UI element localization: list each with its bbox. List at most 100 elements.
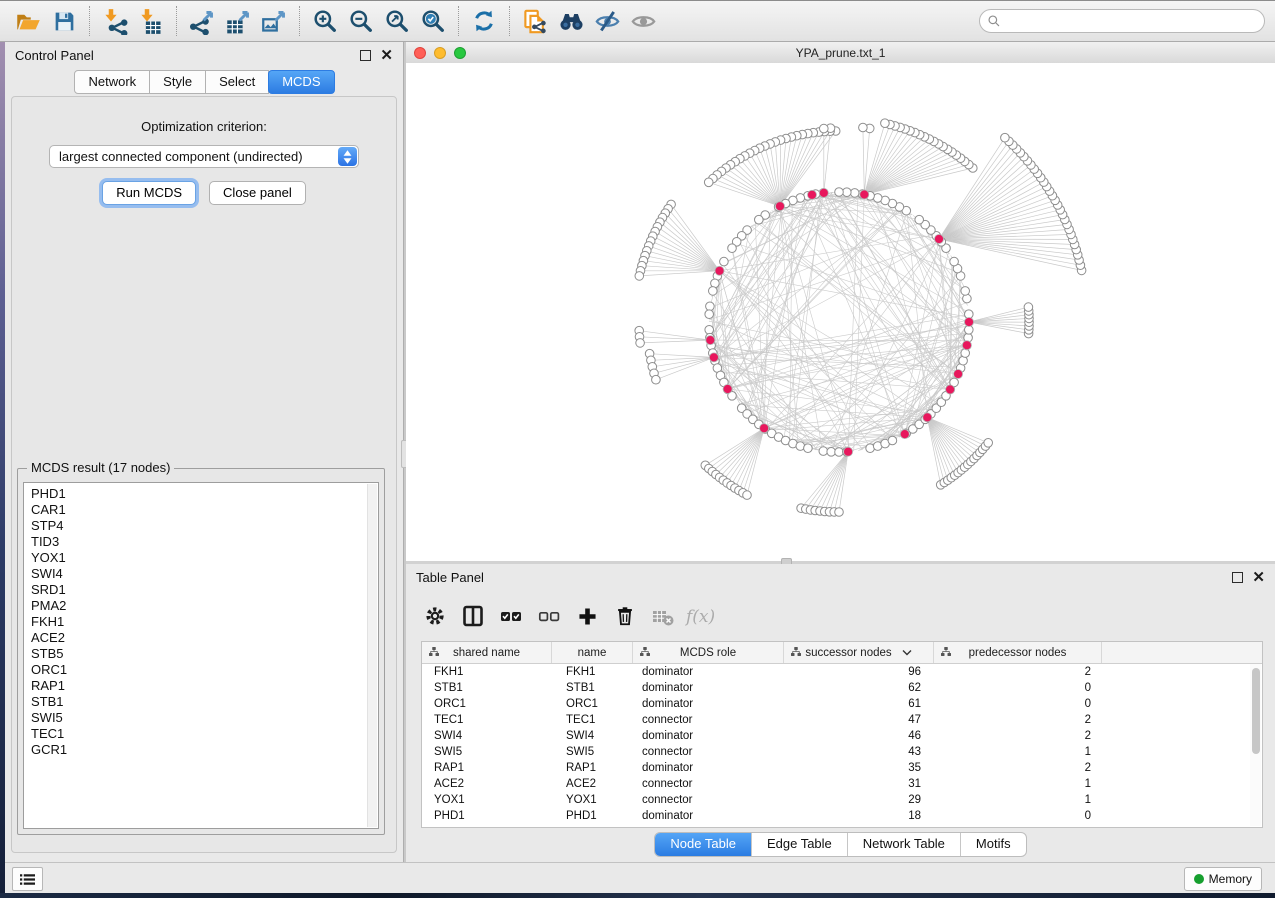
mcds-result-item[interactable]: ORC1 xyxy=(31,662,378,678)
tab-motifs[interactable]: Motifs xyxy=(960,833,1026,856)
table-scrollbar[interactable] xyxy=(1250,664,1261,826)
export-table-button[interactable] xyxy=(220,5,256,37)
mcds-result-item[interactable]: PHD1 xyxy=(31,486,378,502)
mcds-result-item[interactable]: ACE2 xyxy=(31,630,378,646)
mcds-result-item[interactable]: SRD1 xyxy=(31,582,378,598)
mcds-list-scrollbar[interactable] xyxy=(367,484,377,827)
save-session-button[interactable] xyxy=(46,5,82,37)
deselect-all-button[interactable] xyxy=(530,599,568,633)
mcds-result-item[interactable]: FKH1 xyxy=(31,614,378,630)
mcds-result-item[interactable]: PMA2 xyxy=(31,598,378,614)
table-row[interactable]: RAP1RAP1dominator352 xyxy=(422,760,1262,776)
toolbar-separator xyxy=(509,6,510,36)
column-header-name[interactable]: name xyxy=(552,642,633,663)
zoom-selected-region-icon xyxy=(420,8,446,34)
tab-network-table[interactable]: Network Table xyxy=(847,833,960,856)
mcds-result-item[interactable]: TEC1 xyxy=(31,726,378,742)
mcds-result-item[interactable]: STB1 xyxy=(31,694,378,710)
hide-graphics-details-icon xyxy=(594,8,621,35)
mcds-result-item[interactable]: GCR1 xyxy=(31,742,378,758)
float-panel-icon[interactable] xyxy=(360,50,371,61)
network-window-titlebar[interactable]: YPA_prune.txt_1 xyxy=(406,42,1275,64)
control-panel: Control Panel ✕ NetworkStyleSelectMCDS O… xyxy=(5,42,403,862)
float-table-panel-icon[interactable] xyxy=(1232,572,1243,583)
column-header-shared-name[interactable]: shared name xyxy=(422,642,552,663)
column-header-filler xyxy=(1102,642,1262,663)
clone-network-button[interactable] xyxy=(517,5,553,37)
hide-graphics-details-button[interactable] xyxy=(589,5,625,37)
zoom-fit-content-button[interactable] xyxy=(379,5,415,37)
search-network-button[interactable] xyxy=(553,5,589,37)
zoom-out-button[interactable] xyxy=(343,5,379,37)
table-row[interactable]: YOX1YOX1connector291 xyxy=(422,792,1262,808)
show-hide-columns-button[interactable] xyxy=(454,599,492,633)
select-all-button[interactable] xyxy=(492,599,530,633)
clear-table-icon xyxy=(651,604,675,628)
table-panel: Table Panel ✕ f(x) shared namenameMCDS r… xyxy=(406,564,1275,862)
close-table-panel-icon[interactable]: ✕ xyxy=(1252,570,1265,585)
export-table-icon xyxy=(225,8,252,35)
show-hide-columns-icon xyxy=(461,604,485,628)
refresh-network-view-button[interactable] xyxy=(466,5,502,37)
mcds-tab-panel: Optimization criterion: largest connecte… xyxy=(11,96,397,853)
zoom-fit-content-icon xyxy=(384,8,410,34)
table-row[interactable]: ACE2ACE2connector311 xyxy=(422,776,1262,792)
mcds-result-item[interactable]: STP4 xyxy=(31,518,378,534)
export-image-button[interactable] xyxy=(256,5,292,37)
tab-node-table[interactable]: Node Table xyxy=(655,833,751,856)
create-column-button[interactable] xyxy=(568,599,606,633)
column-header-predecessor-nodes[interactable]: predecessor nodes xyxy=(934,642,1102,663)
column-header-MCDS-role[interactable]: MCDS role xyxy=(633,642,784,663)
column-header-successor-nodes[interactable]: successor nodes xyxy=(784,642,934,663)
table-row[interactable]: TEC1TEC1connector472 xyxy=(422,712,1262,728)
mcds-result-item[interactable]: CAR1 xyxy=(31,502,378,518)
zoom-selected-region-button[interactable] xyxy=(415,5,451,37)
network-canvas[interactable] xyxy=(406,63,1275,561)
export-image-icon xyxy=(261,8,288,35)
mcds-result-item[interactable]: RAP1 xyxy=(31,678,378,694)
memory-button[interactable]: Memory xyxy=(1184,867,1262,891)
control-panel-tabs: NetworkStyleSelectMCDS xyxy=(5,70,403,94)
close-panel-icon[interactable]: ✕ xyxy=(380,48,393,63)
mcds-result-item[interactable]: SWI4 xyxy=(31,566,378,582)
search-box[interactable] xyxy=(979,9,1265,33)
import-table-file-icon xyxy=(138,8,165,35)
tab-network[interactable]: Network xyxy=(74,70,150,94)
table-row[interactable]: PHD1PHD1dominator180 xyxy=(422,808,1262,824)
table-row[interactable]: FKH1FKH1dominator962 xyxy=(422,664,1262,680)
mcds-result-item[interactable]: STB5 xyxy=(31,646,378,662)
mcds-result-item[interactable]: SWI5 xyxy=(31,710,378,726)
network-window: YPA_prune.txt_1 xyxy=(406,42,1275,561)
search-input[interactable] xyxy=(1001,13,1257,29)
table-row[interactable]: SWI5SWI5connector431 xyxy=(422,744,1262,760)
table-row[interactable]: ORC1ORC1dominator610 xyxy=(422,696,1262,712)
table-settings-gear-button[interactable] xyxy=(416,599,454,633)
table-row[interactable]: STB1STB1dominator620 xyxy=(422,680,1262,696)
mcds-result-item[interactable]: TID3 xyxy=(31,534,378,550)
import-table-file-button[interactable] xyxy=(133,5,169,37)
open-file-button[interactable] xyxy=(10,5,46,37)
table-row[interactable]: SWI4SWI4dominator462 xyxy=(422,728,1262,744)
close-panel-button[interactable]: Close panel xyxy=(209,181,306,205)
toolbar-separator xyxy=(89,6,90,36)
tab-select[interactable]: Select xyxy=(205,70,269,94)
network-leaf-nodes[interactable] xyxy=(635,119,1086,516)
delete-columns-button[interactable] xyxy=(606,599,644,633)
run-mcds-button[interactable]: Run MCDS xyxy=(102,181,196,205)
export-network-button[interactable] xyxy=(184,5,220,37)
mcds-result-item[interactable]: YOX1 xyxy=(31,550,378,566)
table-scrollbar-thumb[interactable] xyxy=(1252,668,1260,754)
optimization-criterion-select[interactable]: largest connected component (undirected) xyxy=(49,145,359,168)
table-panel-title: Table Panel xyxy=(416,570,484,585)
import-network-file-icon xyxy=(102,8,129,35)
mcds-result-list[interactable]: PHD1CAR1STP4TID3YOX1SWI4SRD1PMA2FKH1ACE2… xyxy=(23,482,379,829)
tab-mcds[interactable]: MCDS xyxy=(268,70,334,94)
show-graphics-details-button[interactable] xyxy=(625,5,661,37)
import-network-file-button[interactable] xyxy=(97,5,133,37)
zoom-in-button[interactable] xyxy=(307,5,343,37)
deselect-all-icon xyxy=(537,604,561,628)
tab-edge-table[interactable]: Edge Table xyxy=(751,833,847,856)
tab-style[interactable]: Style xyxy=(149,70,206,94)
task-history-button[interactable] xyxy=(12,867,43,891)
export-network-icon xyxy=(189,8,216,35)
